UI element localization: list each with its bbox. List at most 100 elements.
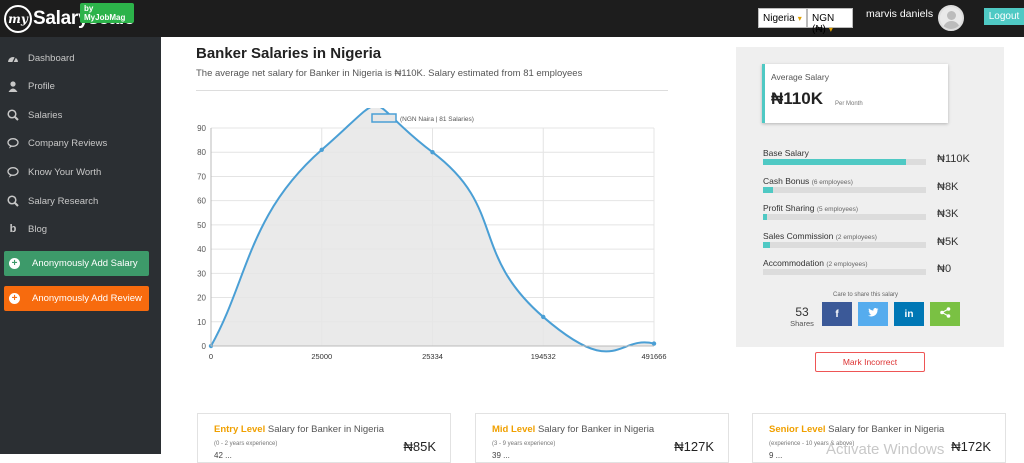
x-tick-label: 194532 xyxy=(531,352,556,361)
plus-icon: + xyxy=(9,293,20,304)
divider xyxy=(196,90,668,91)
level-value: ₦127K xyxy=(674,439,714,454)
share-linkedin-button[interactable]: in xyxy=(894,302,924,326)
sidebar-item-label: Salaries xyxy=(28,109,63,121)
sidebar-item-label: Salary Research xyxy=(28,195,99,207)
component-note: (5 employees) xyxy=(816,206,859,213)
share-icon xyxy=(939,307,951,321)
level-cut-text: 9 ... xyxy=(769,451,783,460)
component-bar xyxy=(763,269,926,275)
user-name[interactable]: marvis daniels xyxy=(866,8,933,20)
level-range: (3 - 9 years experience) xyxy=(492,441,556,447)
search-money-icon xyxy=(7,109,19,121)
component-value: ₦3K xyxy=(937,208,959,220)
share-twitter-button[interactable] xyxy=(858,302,888,326)
component-value: ₦5K xyxy=(937,236,959,248)
level-value: ₦85K xyxy=(403,439,436,454)
share-more-button[interactable] xyxy=(930,302,960,326)
logo[interactable]: my Salaryscale by MyJobMag xyxy=(4,3,135,35)
sidebar-item-salary-research[interactable]: Salary Research xyxy=(0,190,161,212)
user-icon xyxy=(7,80,19,92)
dashboard-icon xyxy=(7,53,19,63)
mark-incorrect-button[interactable]: Mark Incorrect xyxy=(815,352,925,372)
sidebar-item-company-reviews[interactable]: Company Reviews xyxy=(0,132,161,154)
country-value: Nigeria xyxy=(763,13,795,24)
component-base-salary: Base Salary ₦110K xyxy=(763,148,983,176)
y-tick-label: 30 xyxy=(197,269,206,278)
anonymously-add-salary-button[interactable]: + Anonymously Add Salary xyxy=(4,251,149,276)
component-bar-fill xyxy=(763,242,770,248)
component-note: (6 employees) xyxy=(811,179,853,186)
sidebar-item-salaries[interactable]: Salaries xyxy=(0,104,161,126)
component-bar xyxy=(763,242,926,248)
blog-icon: b xyxy=(9,223,17,235)
data-point xyxy=(651,341,657,346)
y-tick-label: 60 xyxy=(197,197,206,206)
share-caption: Care to share this salary xyxy=(833,292,899,298)
component-value: ₦8K xyxy=(937,181,959,193)
chevron-down-icon: ▾ xyxy=(828,25,833,34)
level-card-title: Entry Level Salary for Banker in Nigeria xyxy=(214,424,384,435)
logo-my-text: my xyxy=(8,12,28,26)
mid-level-card[interactable]: Mid Level Salary for Banker in Nigeria (… xyxy=(475,413,729,463)
y-tick-label: 70 xyxy=(197,172,206,181)
sidebar-item-label: Dashboard xyxy=(28,52,75,64)
currency-select[interactable]: NGN (₦) ▾ xyxy=(807,8,853,35)
sidebar-item-know-your-worth[interactable]: Know Your Worth xyxy=(0,161,161,183)
y-tick-label: 20 xyxy=(197,294,206,303)
y-tick-label: 40 xyxy=(197,245,206,254)
component-bar-fill xyxy=(763,214,767,220)
sidebar-item-profile[interactable]: Profile xyxy=(0,75,161,97)
component-label: Base Salary xyxy=(763,148,809,158)
share-facebook-button[interactable]: f xyxy=(822,302,852,326)
watermark: Activate Windows xyxy=(826,441,945,458)
logo-badge: by MyJobMag xyxy=(80,3,135,23)
level-range: (0 - 2 years experience) xyxy=(214,441,278,447)
shares-count: 53 xyxy=(795,305,809,319)
component-note: (2 employees) xyxy=(835,234,877,241)
y-tick-label: 10 xyxy=(197,318,206,327)
plus-icon: + xyxy=(9,258,20,269)
average-salary-card: Average Salary ₦110K Per Month xyxy=(762,64,948,123)
search-money-icon xyxy=(7,195,19,207)
add-review-label: Anonymously Add Review xyxy=(32,293,142,304)
data-point xyxy=(319,147,324,152)
component-sales-commission: Sales Commission (2 employees) ₦5K xyxy=(763,231,983,259)
logout-button[interactable]: Logout xyxy=(984,8,1024,25)
twitter-icon xyxy=(867,308,879,320)
page-subtitle: The average net salary for Banker in Nig… xyxy=(196,68,583,79)
data-point xyxy=(541,314,546,320)
avatar[interactable] xyxy=(938,5,964,31)
sidebar-item-dashboard[interactable]: Dashboard xyxy=(0,47,161,69)
component-bar-fill xyxy=(763,159,906,165)
component-bar xyxy=(763,187,926,193)
y-tick-label: 90 xyxy=(197,124,206,133)
chat-icon xyxy=(7,166,19,178)
average-salary-value: ₦110K xyxy=(771,89,823,108)
x-tick-label: 25334 xyxy=(422,352,443,361)
component-bar-fill xyxy=(763,187,774,193)
sidebar-item-blog[interactable]: b Blog xyxy=(0,218,161,240)
shares-label: Shares xyxy=(790,319,814,328)
y-tick-label: 80 xyxy=(197,148,206,157)
country-select[interactable]: Nigeria ▾ xyxy=(758,8,807,28)
level-value: ₦172K xyxy=(951,439,991,454)
component-note: (2 employees) xyxy=(826,261,868,268)
linkedin-icon: in xyxy=(904,308,914,320)
average-salary-label: Average Salary xyxy=(771,72,829,82)
level-name: Senior Level xyxy=(769,424,826,435)
x-tick-label: 25000 xyxy=(311,352,332,361)
y-tick-label: 0 xyxy=(202,342,207,351)
sidebar-item-label: Know Your Worth xyxy=(28,166,102,178)
anonymously-add-review-button[interactable]: + Anonymously Add Review xyxy=(4,286,149,311)
data-point xyxy=(430,150,435,155)
facebook-icon: f xyxy=(835,308,839,320)
entry-level-card[interactable]: Entry Level Salary for Banker in Nigeria… xyxy=(197,413,451,463)
level-card-title: Senior Level Salary for Banker in Nigeri… xyxy=(769,424,944,435)
page-title: Banker Salaries in Nigeria xyxy=(196,45,382,62)
average-salary-period: Per Month xyxy=(835,101,863,107)
legend-swatch xyxy=(371,113,397,123)
component-profit-sharing: Profit Sharing (5 employees) ₦3K xyxy=(763,203,983,231)
x-tick-label: 0 xyxy=(209,352,213,361)
level-rest: Salary for Banker in Nigeria xyxy=(537,424,655,435)
